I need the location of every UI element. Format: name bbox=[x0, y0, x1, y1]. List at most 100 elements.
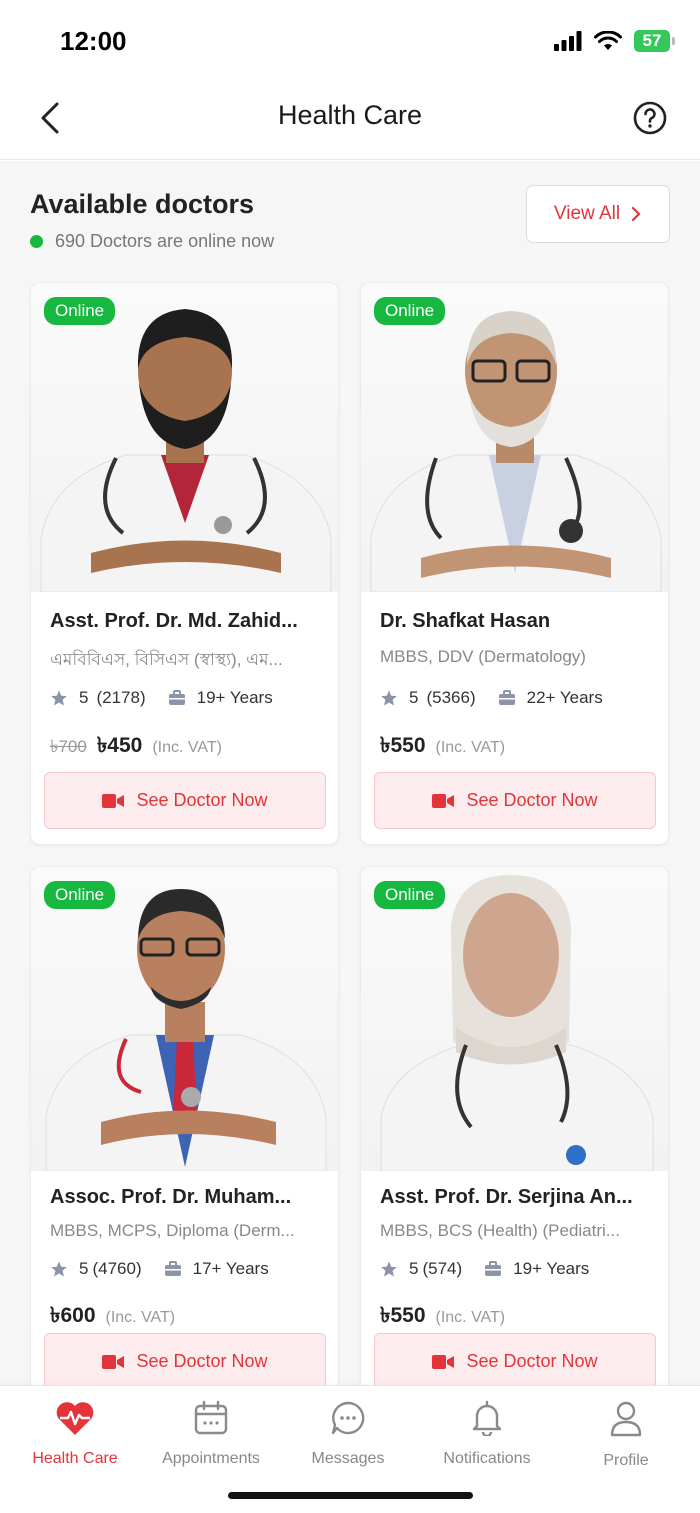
nav-item-profile[interactable]: Profile bbox=[556, 1400, 696, 1470]
see-doctor-label: See Doctor Now bbox=[466, 790, 598, 810]
doctor-name: Asst. Prof. Dr. Serjina An... bbox=[380, 1186, 633, 1208]
doctor-photo: Online bbox=[31, 867, 338, 1171]
see-doctor-label: See Doctor Now bbox=[136, 1351, 268, 1371]
briefcase-icon bbox=[164, 1261, 181, 1276]
briefcase-icon bbox=[485, 1261, 502, 1276]
heart-pulse-icon bbox=[56, 1402, 94, 1435]
vat-note: (Inc. VAT) bbox=[105, 1309, 176, 1326]
see-doctor-label: See Doctor Now bbox=[136, 790, 268, 810]
doctor-photo: Online bbox=[361, 283, 668, 592]
star-icon bbox=[51, 1261, 67, 1277]
see-doctor-button[interactable]: See Doctor Now bbox=[44, 772, 326, 829]
see-doctor-button[interactable]: See Doctor Now bbox=[374, 772, 656, 829]
star-icon bbox=[381, 1261, 397, 1277]
doctor-degree: MBBS, BCS (Health) (Pediatri... bbox=[380, 1221, 620, 1240]
experience-years: 22+ Years bbox=[526, 688, 603, 707]
experience-years: 19+ Years bbox=[513, 1259, 590, 1278]
review-count: (4760) bbox=[92, 1259, 142, 1278]
doctor-card[interactable]: Online Asst. Prof. Dr. Serjina An... MBB… bbox=[360, 866, 669, 1385]
nav-item-appointments[interactable]: Appointments bbox=[141, 1400, 281, 1468]
wifi-icon bbox=[594, 31, 622, 50]
nav-item-messages[interactable]: Messages bbox=[278, 1400, 418, 1468]
doctor-stats: 5 (2178) 19+ Years bbox=[50, 688, 273, 708]
online-badge: Online bbox=[374, 881, 446, 909]
video-camera-icon bbox=[432, 793, 455, 808]
briefcase-icon bbox=[168, 690, 185, 705]
view-all-button[interactable]: View All bbox=[526, 185, 670, 243]
video-camera-icon bbox=[102, 793, 125, 808]
chevron-right-icon bbox=[631, 206, 641, 222]
video-camera-icon bbox=[432, 1354, 455, 1369]
see-doctor-label: See Doctor Now bbox=[466, 1351, 598, 1371]
status-time: 12:00 bbox=[60, 26, 127, 56]
current-price: ৳450 bbox=[96, 734, 143, 757]
online-badge: Online bbox=[44, 297, 116, 325]
doctor-price: ৳550 (Inc. VAT) bbox=[380, 1299, 505, 1334]
doctor-degree: এমবিবিএস, বিসিএস (স্বাস্থ্য), এম... bbox=[50, 650, 283, 669]
doctor-stats: 5 (4760) 17+ Years bbox=[50, 1259, 269, 1279]
online-count: 690 Doctors are online now bbox=[30, 231, 274, 252]
star-icon bbox=[381, 690, 397, 706]
signal-icon bbox=[554, 31, 582, 51]
help-button[interactable] bbox=[630, 98, 670, 138]
online-dot-icon bbox=[30, 235, 43, 248]
online-count-text: 690 Doctors are online now bbox=[55, 231, 275, 251]
experience-years: 17+ Years bbox=[192, 1259, 269, 1278]
current-price: ৳550 bbox=[380, 1304, 426, 1327]
doctor-degree: MBBS, DDV (Dermatology) bbox=[380, 647, 586, 666]
nav-label: Messages bbox=[311, 1450, 385, 1467]
status-icons: 57 bbox=[554, 30, 675, 52]
vat-note: (Inc. VAT) bbox=[435, 1309, 506, 1326]
battery-indicator: 57 bbox=[634, 30, 675, 52]
doctor-price: ৳700 ৳450 (Inc. VAT) bbox=[50, 729, 222, 764]
doctor-portrait-icon bbox=[45, 889, 327, 1171]
doctor-photo: Online bbox=[361, 867, 668, 1171]
doctor-price: ৳550 (Inc. VAT) bbox=[380, 729, 505, 764]
doctor-card[interactable]: Online Asst. Prof. Dr. Md. Zahid... এমবি… bbox=[30, 282, 339, 845]
nav-label: Health Care bbox=[32, 1450, 118, 1467]
review-count: (574) bbox=[422, 1259, 463, 1278]
see-doctor-button[interactable]: See Doctor Now bbox=[374, 1333, 656, 1385]
view-all-label: View All bbox=[553, 203, 621, 224]
doctor-stats: 5 (5366) 22+ Years bbox=[380, 688, 603, 708]
vat-note: (Inc. VAT) bbox=[152, 739, 222, 756]
home-indicator bbox=[228, 1492, 473, 1499]
current-price: ৳550 bbox=[380, 734, 426, 757]
online-badge: Online bbox=[44, 881, 116, 909]
calendar-icon bbox=[194, 1400, 228, 1435]
rating-value: 5 bbox=[79, 688, 89, 707]
nav-item-notifications[interactable]: Notifications bbox=[417, 1400, 557, 1468]
main-content: Available doctors 690 Doctors are online… bbox=[0, 161, 700, 1385]
doctor-card[interactable]: Online Assoc. Prof. Dr. Muham... MBBS, M… bbox=[30, 866, 339, 1385]
bell-icon bbox=[472, 1400, 502, 1436]
experience-years: 19+ Years bbox=[196, 688, 273, 707]
current-price: ৳600 bbox=[50, 1304, 96, 1327]
briefcase-icon bbox=[498, 690, 515, 705]
online-badge: Online bbox=[374, 297, 446, 325]
doctor-name: Dr. Shafkat Hasan bbox=[380, 610, 551, 632]
status-bar: 12:00 57 bbox=[0, 0, 700, 80]
review-count: (2178) bbox=[96, 688, 146, 707]
rating-value: 5 bbox=[79, 1259, 89, 1278]
doctor-stats: 5 (574) 19+ Years bbox=[380, 1259, 589, 1279]
doctor-name: Asst. Prof. Dr. Md. Zahid... bbox=[50, 610, 298, 632]
star-icon bbox=[51, 690, 67, 706]
rating-value: 5 bbox=[409, 688, 419, 707]
nav-label: Notifications bbox=[443, 1450, 531, 1467]
doctor-name: Assoc. Prof. Dr. Muham... bbox=[50, 1186, 292, 1208]
see-doctor-button[interactable]: See Doctor Now bbox=[44, 1333, 326, 1385]
user-icon bbox=[610, 1401, 642, 1437]
vat-note: (Inc. VAT) bbox=[435, 739, 506, 756]
doctor-portrait-icon bbox=[40, 309, 332, 592]
doctor-portrait-icon bbox=[380, 875, 654, 1171]
doctor-price: ৳600 (Inc. VAT) bbox=[50, 1299, 175, 1334]
nav-item-health-care[interactable]: Health Care bbox=[5, 1400, 145, 1468]
help-icon bbox=[633, 101, 667, 135]
video-camera-icon bbox=[102, 1354, 125, 1369]
doctor-photo: Online bbox=[31, 283, 338, 592]
nav-header: Health Care bbox=[0, 80, 700, 160]
nav-label: Profile bbox=[603, 1452, 649, 1469]
doctor-card[interactable]: Online Dr. Shafkat Hasan MBBS, DDV (Derm… bbox=[360, 282, 669, 845]
doctor-portrait-icon bbox=[370, 311, 662, 592]
rating-value: 5 bbox=[409, 1259, 419, 1278]
